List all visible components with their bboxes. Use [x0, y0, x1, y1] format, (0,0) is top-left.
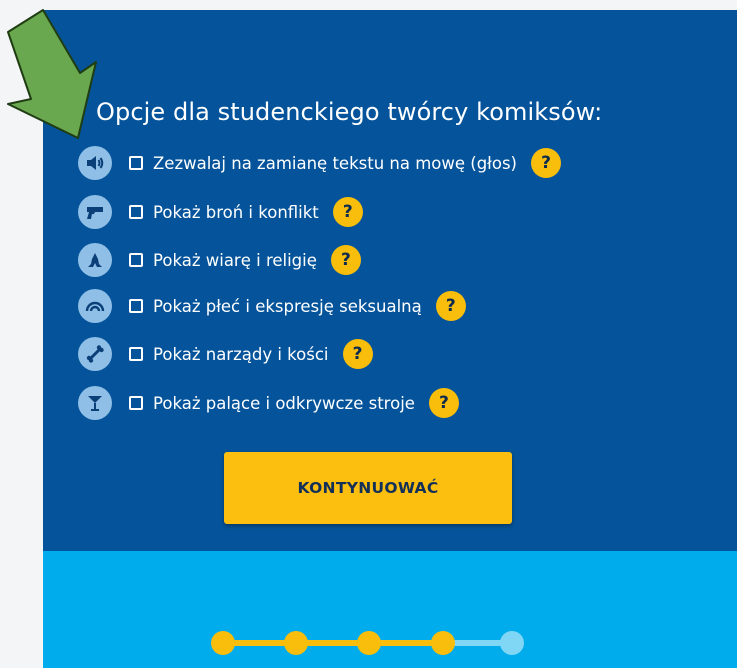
option-gender[interactable]: Pokaż płeć i ekspresję seksualną ?: [78, 288, 466, 324]
option-checkbox[interactable]: [129, 156, 143, 170]
rainbow-icon: [78, 289, 112, 323]
option-label: Pokaż wiarę i religię: [153, 250, 317, 270]
bone-icon: [78, 337, 112, 371]
option-text-to-speech[interactable]: Zezwalaj na zamianę tekstu na mowę (głos…: [78, 145, 561, 181]
praying-hands-icon: [78, 243, 112, 277]
option-label: Pokaż płeć i ekspresję seksualną: [153, 296, 422, 316]
option-weapons[interactable]: Pokaż broń i konflikt ?: [78, 194, 363, 230]
help-button[interactable]: ?: [435, 291, 466, 321]
option-religion[interactable]: Pokaż wiarę i religię ?: [78, 242, 361, 278]
help-button[interactable]: ?: [531, 148, 561, 178]
option-label: Zezwalaj na zamianę tekstu na mowę (głos…: [153, 153, 517, 173]
help-button[interactable]: ?: [342, 339, 373, 369]
option-checkbox[interactable]: [129, 253, 143, 267]
options-heading: Opcje dla studenckiego twórcy komiksów:: [96, 98, 603, 126]
gun-icon: [78, 195, 112, 229]
option-checkbox[interactable]: [129, 347, 143, 361]
option-label: Pokaż narządy i kości: [153, 344, 329, 364]
option-checkbox[interactable]: [129, 396, 143, 410]
help-button[interactable]: ?: [428, 388, 459, 418]
option-smoking-outfits[interactable]: Pokaż palące i odkrywcze stroje ?: [78, 385, 459, 421]
option-organs-bones[interactable]: Pokaż narządy i kości ?: [78, 336, 373, 372]
help-button[interactable]: ?: [330, 245, 361, 275]
option-checkbox[interactable]: [129, 205, 143, 219]
option-label: Pokaż broń i konflikt: [153, 202, 319, 222]
option-checkbox[interactable]: [129, 299, 143, 313]
cocktail-glass-icon: [78, 386, 112, 420]
speaker-icon: [78, 146, 112, 180]
help-button[interactable]: ?: [332, 197, 363, 227]
continue-button[interactable]: KONTYNUOWAĆ: [224, 452, 512, 524]
option-label: Pokaż palące i odkrywcze stroje: [153, 393, 415, 413]
progress-panel: [43, 551, 737, 668]
